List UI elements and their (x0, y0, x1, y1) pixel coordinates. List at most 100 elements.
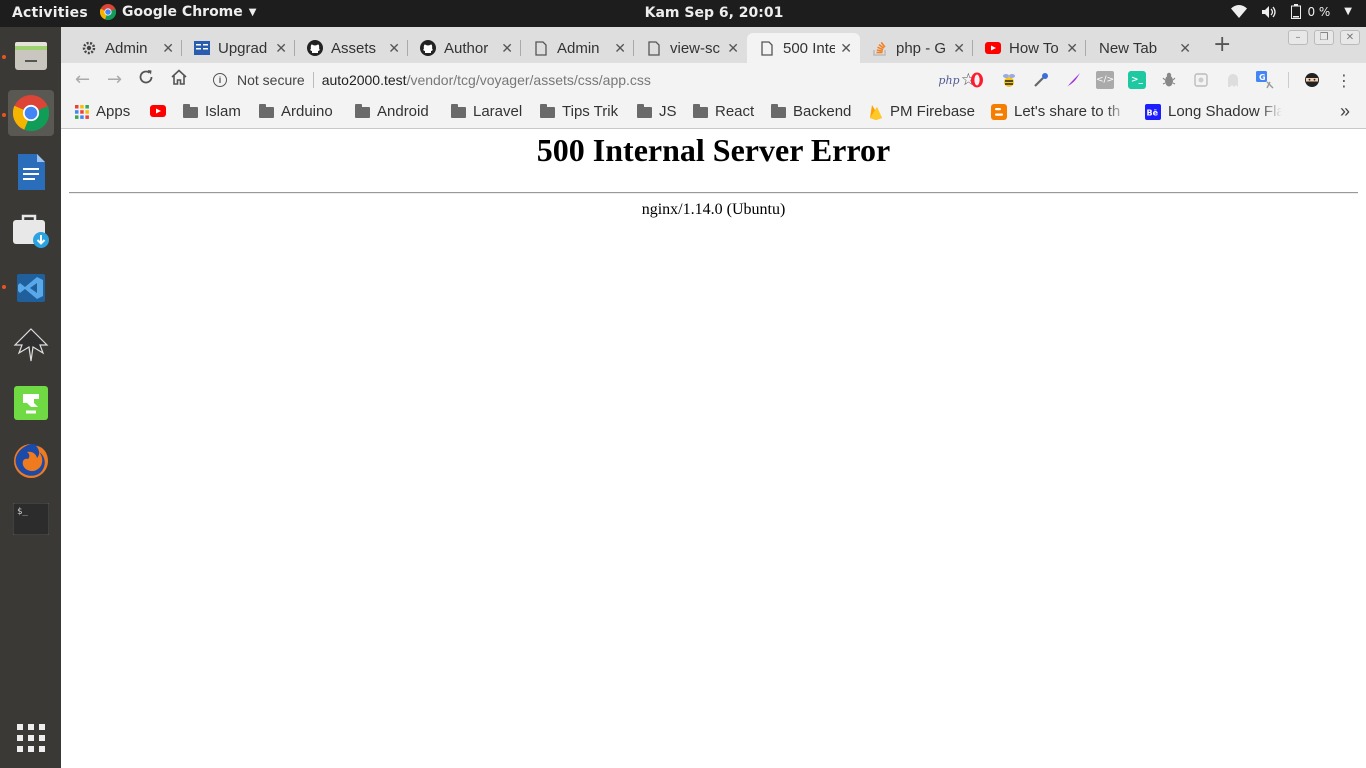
tab-admin[interactable]: Admin ✕ (69, 33, 182, 63)
bookmark-folder-tips-trik[interactable]: Tips Trik (540, 103, 618, 120)
close-icon[interactable]: ✕ (1179, 40, 1191, 57)
close-icon[interactable]: ✕ (388, 40, 400, 57)
tab-upgrade[interactable]: Upgrad ✕ (182, 33, 295, 63)
home-button[interactable] (170, 69, 188, 90)
chevron-down-icon: ▼ (1344, 6, 1352, 17)
bookmark-long-shadow[interactable]: Bē Long Shadow Fla (1145, 103, 1282, 120)
close-icon[interactable]: ✕ (953, 40, 965, 57)
svg-text:G: G (1259, 73, 1266, 82)
bookmark-label: Islam (205, 103, 241, 120)
maximize-button[interactable]: ❐ (1314, 30, 1334, 45)
dock-chrome[interactable] (8, 90, 54, 136)
bookmark-folder-backend[interactable]: Backend (771, 103, 851, 120)
app-menu-label: Google Chrome (122, 4, 243, 20)
bookmarks-overflow-icon[interactable]: » (1340, 101, 1350, 122)
reload-button[interactable] (138, 69, 154, 90)
folder-icon (451, 104, 466, 118)
bookmark-folder-js[interactable]: JS (637, 103, 677, 120)
stackoverflow-icon (872, 40, 888, 56)
activities-button[interactable]: Activities (12, 5, 88, 21)
github-icon (307, 40, 323, 56)
dock-terminal[interactable]: $_ (8, 496, 54, 542)
url-path: /vendor/tcg/voyager/assets/css/app.css (406, 72, 651, 88)
dock-software[interactable] (8, 207, 54, 253)
close-icon[interactable]: ✕ (501, 40, 513, 57)
bookmark-folder-laravel[interactable]: Laravel (451, 103, 522, 120)
vscode-icon (17, 274, 45, 302)
bookmark-pm-firebase[interactable]: PM Firebase (869, 103, 975, 120)
document-icon (18, 154, 45, 190)
tab-view-source[interactable]: view-sc ✕ (634, 33, 747, 63)
dock-writer[interactable] (8, 149, 54, 195)
new-tab-button[interactable]: + (1213, 32, 1231, 57)
menu-kebab-icon[interactable]: ⋮ (1335, 71, 1353, 90)
bookmark-folder-arduino[interactable]: Arduino (259, 103, 333, 120)
info-icon[interactable]: i (213, 73, 227, 87)
page-icon (646, 40, 662, 56)
dock-firefox[interactable] (8, 438, 54, 484)
minimize-button[interactable]: – (1288, 30, 1308, 45)
tab-author[interactable]: Author ✕ (408, 33, 521, 63)
bookmark-folder-islam[interactable]: Islam (183, 103, 241, 120)
app-menu[interactable]: Google Chrome ▼ (100, 4, 256, 20)
tab-php[interactable]: php - G ✕ (860, 33, 973, 63)
eyedropper-extension-icon[interactable] (1032, 71, 1050, 89)
terminal-extension-icon[interactable]: >_ (1128, 71, 1146, 89)
translate-extension-icon[interactable]: G (1256, 71, 1274, 89)
server-signature: nginx/1.14.0 (Ubuntu) (641, 201, 786, 218)
system-tray[interactable]: 0 % ▼ (1231, 4, 1352, 19)
bookmark-youtube[interactable] (150, 105, 166, 117)
dock-inkscape[interactable] (8, 322, 54, 368)
bookmark-label: Apps (96, 103, 131, 120)
close-icon[interactable]: ✕ (840, 40, 852, 57)
ghost-extension-icon[interactable] (1224, 71, 1242, 89)
close-icon[interactable]: ✕ (1066, 40, 1078, 57)
bookmark-lets-share[interactable]: Let's share to th (991, 103, 1128, 120)
bug-extension-icon[interactable] (1160, 71, 1178, 89)
tab-admin-2[interactable]: Admin ✕ (521, 33, 634, 63)
bookmark-apps[interactable]: Apps (75, 103, 130, 120)
tab-new-tab[interactable]: New Tab ✕ (1086, 33, 1199, 63)
folder-icon (259, 104, 274, 118)
tab-label: Assets (331, 39, 377, 57)
tab-label: How To (1009, 39, 1059, 57)
reload-icon (139, 70, 153, 84)
dock-upwork[interactable] (8, 380, 54, 426)
youtube-icon (985, 40, 1001, 56)
forward-button[interactable]: → (107, 69, 122, 90)
close-icon[interactable]: ✕ (727, 40, 739, 57)
close-icon[interactable]: ✕ (614, 40, 626, 57)
address-bar[interactable]: i Not secure auto2000.test/vendor/tcg/vo… (201, 66, 976, 94)
tab-how-to[interactable]: How To ✕ (973, 33, 1086, 63)
ninja-extension-icon[interactable] (1303, 71, 1321, 89)
tab-assets[interactable]: Assets ✕ (295, 33, 408, 63)
feather-extension-icon[interactable] (1064, 71, 1082, 89)
puzzle-extension-icon[interactable] (1192, 71, 1210, 89)
dock-vscode[interactable] (8, 265, 54, 311)
opera-extension-icon[interactable] (968, 71, 986, 89)
bookmark-folder-android[interactable]: Android (355, 103, 429, 120)
back-button[interactable]: ← (75, 69, 90, 90)
clock[interactable]: Kam Sep 6, 20:01 (645, 5, 784, 21)
dock-files[interactable] (8, 33, 54, 79)
bee-extension-icon[interactable] (1000, 71, 1018, 89)
upwork-icon (14, 386, 48, 420)
folder-icon (183, 104, 198, 118)
close-icon[interactable]: ✕ (275, 40, 287, 57)
toolbar-divider (1288, 72, 1289, 88)
window-close-button[interactable]: ✕ (1340, 30, 1360, 45)
bookmark-folder-react[interactable]: React (693, 103, 754, 120)
security-label[interactable]: Not secure (237, 72, 305, 88)
tab-500-error[interactable]: 500 Inte ✕ (747, 33, 860, 63)
browser-toolbar: ← → i Not secure auto2000.test/vendor/tc… (61, 63, 1366, 97)
youtube-icon (150, 105, 166, 117)
inkscape-icon (13, 328, 49, 362)
close-icon[interactable]: ✕ (162, 40, 174, 57)
tab-label: Admin (557, 39, 600, 57)
show-applications-button[interactable] (8, 715, 54, 761)
bookmark-label: JS (659, 103, 677, 120)
tab-label: Author (444, 39, 489, 57)
php-extension-icon[interactable]: php (936, 71, 962, 89)
chevron-down-icon: ▼ (248, 6, 257, 18)
code-extension-icon[interactable]: </> (1096, 71, 1114, 89)
